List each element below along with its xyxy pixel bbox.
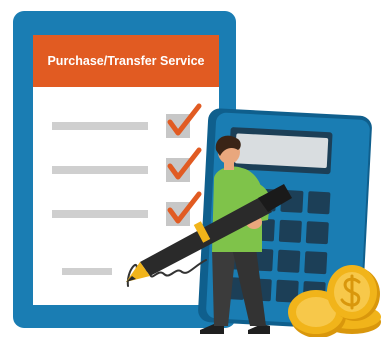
form-line-3	[52, 210, 148, 218]
illustration-scene: Purchase/Transfer Service	[0, 0, 381, 337]
document-title: Purchase/Transfer Service	[47, 54, 205, 68]
form-line-2	[52, 166, 148, 174]
signature-line	[62, 268, 112, 275]
form-line-1	[52, 122, 148, 130]
